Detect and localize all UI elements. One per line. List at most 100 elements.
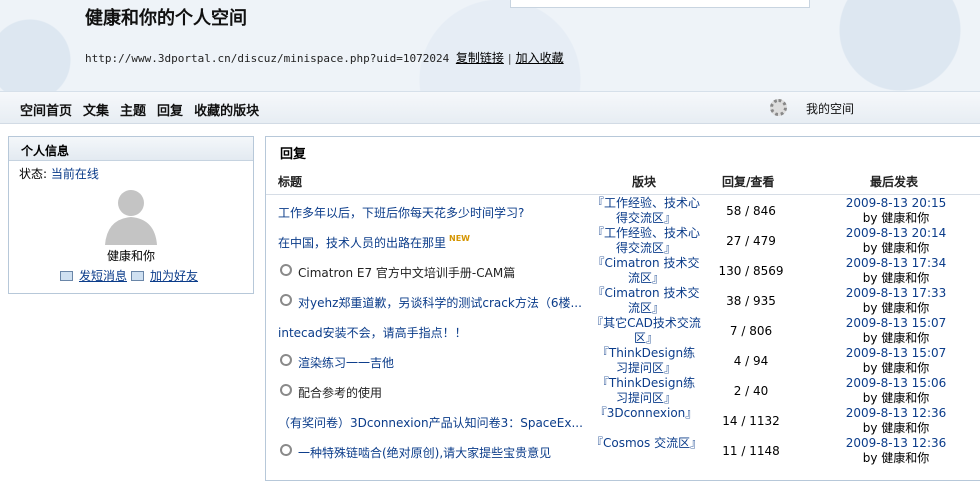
last-post-author[interactable]: by 健康和你 (811, 211, 980, 226)
table-row: 在中国，技术人员的出路在那里 NEW 『工作经验、技术心得交流区』 27 / 479 2… (266, 226, 980, 256)
last-post-author[interactable]: by 健康和你 (811, 301, 980, 316)
last-post-date[interactable]: 2009-8-13 12:36 (811, 436, 980, 451)
copy-link-button[interactable]: 复制链接 (456, 51, 504, 65)
last-post: 2009-8-13 15:07 by 健康和你 (811, 346, 980, 376)
thread-title[interactable]: 配合参考的使用 (298, 384, 590, 401)
last-post: 2009-8-13 15:07 by 健康和你 (811, 316, 980, 346)
last-post-date[interactable]: 2009-8-13 17:33 (811, 286, 980, 301)
thread-title-text[interactable]: 对yehz郑重道歉，另谈科学的测试crack方法（6楼... (298, 296, 582, 310)
last-post: 2009-8-13 20:15 by 健康和你 (811, 196, 980, 226)
forum-link[interactable]: 『ThinkDesign练习提问区』 (591, 376, 701, 406)
last-post-author[interactable]: by 健康和你 (811, 331, 980, 346)
nav-item-home[interactable]: 空间首页 (20, 104, 72, 119)
forum-link[interactable]: 『ThinkDesign练习提问区』 (591, 346, 701, 376)
attachment-icon (277, 351, 295, 369)
profile-actions: 发短消息 加为好友 (9, 267, 253, 284)
forum-link[interactable]: 『工作经验、技术心得交流区』 (591, 226, 701, 256)
replies-heading: 回复 (280, 147, 307, 162)
forum-link[interactable]: 『工作经验、技术心得交流区』 (591, 196, 701, 226)
profile-heading: 个人信息 (9, 137, 253, 161)
last-post-date[interactable]: 2009-8-13 15:06 (811, 376, 980, 391)
add-favorite-button[interactable]: 加入收藏 (516, 51, 564, 65)
last-post-author[interactable]: by 健康和你 (811, 451, 980, 466)
last-post-date[interactable]: 2009-8-13 15:07 (811, 346, 980, 361)
search-box[interactable] (510, 0, 810, 8)
attachment-icon (277, 261, 295, 279)
reply-view-count: 58 / 846 (726, 204, 776, 218)
forum-link[interactable]: 『Cosmos 交流区』 (591, 436, 702, 451)
message-icon (59, 271, 73, 281)
send-message-link[interactable]: 发短消息 (79, 269, 127, 283)
link-separator: | (507, 52, 512, 65)
forum-link[interactable]: 『3Dconnexion』 (591, 406, 701, 421)
last-post: 2009-8-13 17:33 by 健康和你 (811, 286, 980, 316)
space-url: http://www.3dportal.cn/discuz/minispace.… (85, 52, 450, 65)
thread-title-text[interactable]: 一种特殊链啮合(绝对原创),请大家提些宝贵意见 (298, 446, 551, 460)
nav-item-articles[interactable]: 文集 (83, 104, 109, 119)
my-space-link[interactable]: 我的空间 (806, 100, 854, 117)
col-last-post: 最后发表 (870, 175, 919, 189)
last-post-date[interactable]: 2009-8-13 20:15 (811, 196, 980, 211)
last-post: 2009-8-13 17:34 by 健康和你 (811, 256, 980, 286)
forum-link[interactable]: 『其它CAD技术交流区』 (591, 316, 701, 346)
thread-title[interactable]: 在中国，技术人员的出路在那里 NEW (278, 234, 590, 251)
thread-title-text[interactable]: 工作多年以后，下班后你每天花多少时间学习? (278, 206, 524, 220)
reply-view-count: 7 / 806 (729, 324, 773, 338)
reply-view-count: 14 / 1132 (722, 414, 780, 428)
last-post-date[interactable]: 2009-8-13 20:14 (811, 226, 980, 241)
last-post-date[interactable]: 2009-8-13 17:34 (811, 256, 980, 271)
table-header: 标题 版块 回复/查看 最后发表 (266, 171, 980, 195)
nav-item-fav-forums[interactable]: 收藏的版块 (194, 104, 259, 119)
thread-title-text[interactable]: 渲染练习一一吉他 (298, 356, 394, 370)
last-post-author[interactable]: by 健康和你 (811, 271, 980, 286)
nav-item-topics[interactable]: 主题 (120, 104, 146, 119)
status-value[interactable]: 当前在线 (51, 167, 99, 181)
forum-link[interactable]: 『Cimatron 技术交流区』 (591, 286, 701, 316)
thread-title[interactable]: intecad安装不会，请高手指点！！ (278, 324, 590, 341)
last-post: 2009-8-13 12:36 by 健康和你 (811, 406, 980, 436)
thread-title[interactable]: Cimatron E7 官方中文培训手册-CAM篇 (298, 264, 590, 281)
last-post: 2009-8-13 15:06 by 健康和你 (811, 376, 980, 406)
nav-item-replies[interactable]: 回复 (157, 104, 183, 119)
table-row: 一种特殊链啮合(绝对原创),请大家提些宝贵意见 『Cosmos 交流区』 11 / … (266, 436, 980, 466)
reply-view-count: 38 / 935 (726, 294, 776, 308)
add-friend-link[interactable]: 加为好友 (150, 269, 198, 283)
reply-view-count: 4 / 94 (733, 354, 769, 368)
table-row: intecad安装不会，请高手指点！！ 『其它CAD技术交流区』 7 / 806 20… (266, 316, 980, 346)
url-row: http://www.3dportal.cn/discuz/minispace.… (85, 49, 564, 66)
col-title: 标题 (278, 175, 303, 189)
thread-title[interactable]: 对yehz郑重道歉，另谈科学的测试crack方法（6楼... (298, 294, 590, 311)
thread-title[interactable]: 一种特殊链啮合(绝对原创),请大家提些宝贵意见 (298, 444, 590, 461)
col-forum: 版块 (632, 175, 657, 189)
last-post-author[interactable]: by 健康和你 (811, 421, 980, 436)
thread-title-text[interactable]: （有奖问卷）3Dconnexion产品认知问卷3：SpaceEx... (278, 416, 583, 430)
last-post: 2009-8-13 20:14 by 健康和你 (811, 226, 980, 256)
thread-title[interactable]: 工作多年以后，下班后你每天花多少时间学习? (278, 204, 590, 221)
col-stats: 回复/查看 (722, 175, 775, 189)
last-post-author[interactable]: by 健康和你 (811, 391, 980, 406)
space-nav: 空间首页 文集 主题 回复 收藏的版块 我的空间 (0, 92, 980, 124)
thread-title[interactable]: 渲染练习一一吉他 (298, 354, 590, 371)
table-row: 渲染练习一一吉他 『ThinkDesign练习提问区』 4 / 94 2009-8-1… (266, 346, 980, 376)
last-post-author[interactable]: by 健康和你 (811, 241, 980, 256)
thread-title-text[interactable]: 配合参考的使用 (298, 386, 382, 400)
thread-title-text[interactable]: Cimatron E7 官方中文培训手册-CAM篇 (298, 266, 515, 280)
profile-username: 健康和你 (106, 249, 155, 263)
forum-link[interactable]: 『Cimatron 技术交流区』 (591, 256, 701, 286)
thread-title-text[interactable]: intecad安装不会，请高手指点！！ (278, 326, 467, 340)
reply-view-count: 27 / 479 (726, 234, 776, 248)
thread-title[interactable]: （有奖问卷）3Dconnexion产品认知问卷3：SpaceEx... (278, 414, 590, 431)
last-post-date[interactable]: 2009-8-13 12:36 (811, 406, 980, 421)
table-row: 对yehz郑重道歉，另谈科学的测试crack方法（6楼... 『Cimatron … (266, 286, 980, 316)
thread-title-text[interactable]: 在中国，技术人员的出路在那里 (278, 236, 446, 250)
table-row: 配合参考的使用 『ThinkDesign练习提问区』 2 / 40 2009-8-13… (266, 376, 980, 406)
last-post-date[interactable]: 2009-8-13 15:07 (811, 316, 980, 331)
gear-icon[interactable] (770, 99, 787, 116)
attachment-icon (277, 441, 295, 459)
last-post: 2009-8-13 12:36 by 健康和你 (811, 436, 980, 466)
last-post-author[interactable]: by 健康和你 (811, 361, 980, 376)
space-title: 健康和你的个人空间 (85, 8, 247, 29)
avatar (105, 190, 157, 245)
status-label: 状态: (19, 167, 48, 181)
reply-view-count: 11 / 1148 (722, 444, 780, 458)
